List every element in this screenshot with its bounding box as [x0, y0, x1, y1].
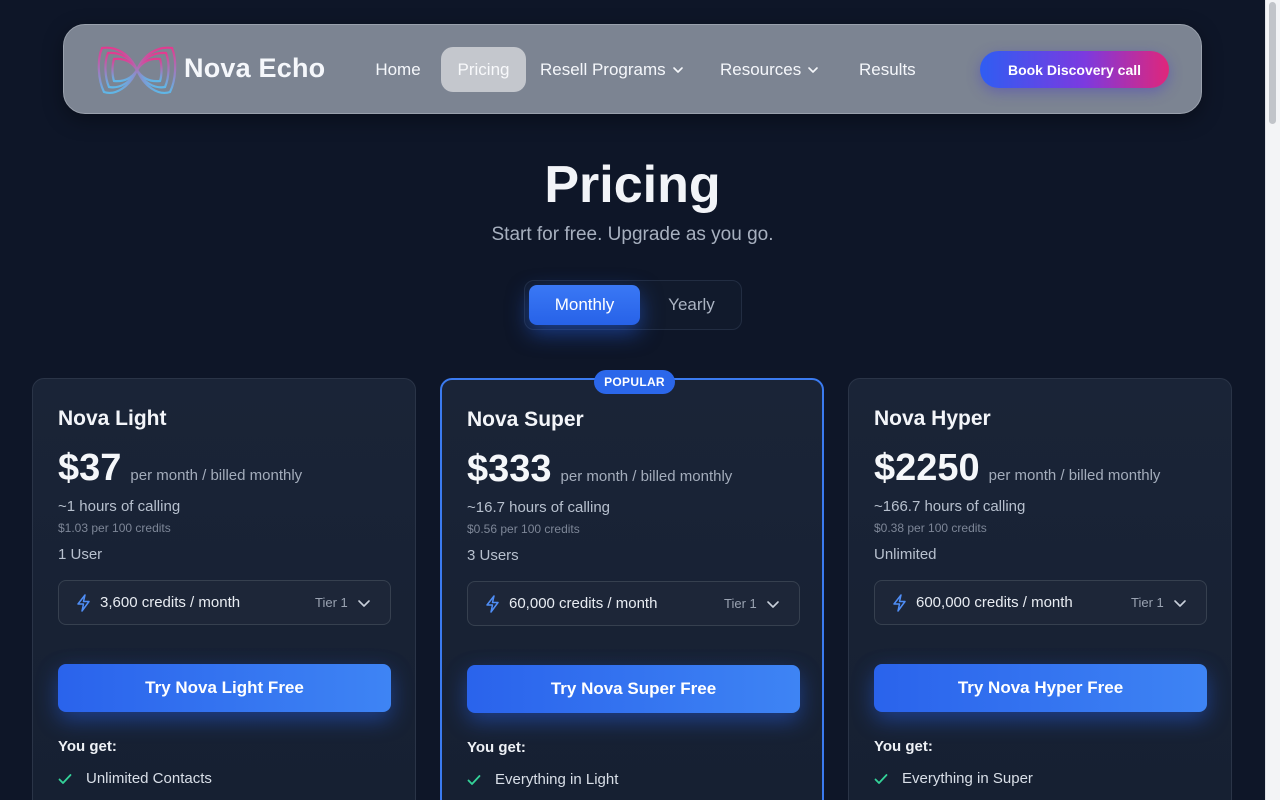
plan-period: per month / billed monthly [988, 467, 1161, 484]
price-row: $333 per month / billed monthly [467, 448, 732, 491]
plan-price: $37 [58, 447, 122, 489]
you-get-heading: You get: [874, 738, 933, 755]
check-icon [874, 773, 888, 784]
scrollbar[interactable] [1265, 0, 1280, 800]
page-subtitle: Start for free. Upgrade as you go. [491, 224, 774, 245]
popular-badge: POPULAR [594, 370, 675, 394]
nav-resources-label: Resources [720, 59, 802, 79]
credits-value: 600,000 credits / month [916, 594, 1073, 611]
credits-dropdown[interactable]: 3,600 credits / month Tier 1 [58, 580, 391, 625]
plan-users: Unlimited [874, 546, 937, 563]
nav-resell-programs[interactable]: Resell Programs [540, 47, 692, 92]
credits-dropdown[interactable]: 60,000 credits / month Tier 1 [467, 581, 800, 626]
plan-card-super: POPULAR Nova Super $333 per month / bill… [440, 370, 824, 800]
you-get-heading: You get: [467, 739, 526, 756]
feature-item: Everything in Super [874, 770, 1033, 787]
tier-label: Tier 1 [724, 596, 757, 611]
nav-home[interactable]: Home [361, 47, 435, 92]
lightning-icon [486, 595, 499, 613]
toggle-yearly[interactable]: Yearly [644, 285, 739, 325]
plan-name: Nova Light [58, 407, 167, 430]
lightning-icon [77, 594, 90, 612]
chevron-down-icon [767, 601, 779, 608]
nav-resell-programs-label: Resell Programs [540, 59, 666, 79]
billing-toggle: Monthly Yearly [524, 280, 742, 330]
plan-card-hyper: Nova Hyper $2250 per month / billed mont… [848, 378, 1232, 800]
feature-text: Unlimited Contacts [86, 770, 212, 787]
plan-users: 3 Users [467, 547, 519, 564]
navbar: Nova Echo Home Pricing Resell Programs R… [63, 24, 1202, 114]
logo-icon[interactable] [96, 40, 178, 100]
plan-price: $333 [467, 448, 552, 490]
plan-name: Nova Hyper [874, 407, 991, 430]
chevron-down-icon [358, 600, 370, 607]
plan-rate: $0.56 per 100 credits [467, 522, 580, 536]
lightning-icon [893, 594, 906, 612]
plan-price: $2250 [874, 447, 980, 489]
page-title: Pricing [544, 156, 721, 214]
chevron-down-icon [1174, 600, 1186, 607]
tier-label: Tier 1 [1131, 595, 1164, 610]
chevron-down-icon [808, 66, 819, 73]
scrollbar-thumb[interactable] [1269, 2, 1276, 124]
try-nova-super-button[interactable]: Try Nova Super Free [467, 665, 800, 713]
nav-pricing[interactable]: Pricing [441, 47, 526, 92]
check-icon [467, 774, 481, 785]
nav-resources[interactable]: Resources [720, 47, 828, 92]
credits-value: 60,000 credits / month [509, 595, 658, 612]
price-row: $37 per month / billed monthly [58, 447, 302, 490]
book-discovery-call-button[interactable]: Book Discovery call [980, 51, 1169, 88]
credits-dropdown[interactable]: 600,000 credits / month Tier 1 [874, 580, 1207, 625]
you-get-heading: You get: [58, 738, 117, 755]
chevron-down-icon [672, 66, 683, 73]
plan-users: 1 User [58, 546, 103, 563]
tier-label: Tier 1 [315, 595, 348, 610]
toggle-monthly[interactable]: Monthly [529, 285, 640, 325]
check-icon [58, 773, 72, 784]
nav-results-label: Results [859, 59, 916, 79]
plan-period: per month / billed monthly [130, 467, 303, 484]
nav-pricing-label: Pricing [457, 59, 510, 79]
plan-hours: ~16.7 hours of calling [467, 499, 611, 516]
brand-name[interactable]: Nova Echo [184, 53, 325, 84]
plan-rate: $1.03 per 100 credits [58, 521, 171, 535]
nav-results[interactable]: Results [859, 47, 919, 92]
plan-hours: ~166.7 hours of calling [874, 498, 1026, 515]
plan-name: Nova Super [467, 408, 584, 431]
feature-text: Everything in Light [495, 771, 619, 788]
try-nova-hyper-button[interactable]: Try Nova Hyper Free [874, 664, 1207, 712]
plan-rate: $0.38 per 100 credits [874, 521, 987, 535]
price-row: $2250 per month / billed monthly [874, 447, 1160, 490]
try-nova-light-button[interactable]: Try Nova Light Free [58, 664, 391, 712]
plan-hours: ~1 hours of calling [58, 498, 181, 515]
nav-home-label: Home [375, 59, 421, 79]
plan-period: per month / billed monthly [560, 468, 733, 485]
plan-card-light: Nova Light $37 per month / billed monthl… [32, 378, 416, 800]
feature-item: Unlimited Contacts [58, 770, 212, 787]
credits-value: 3,600 credits / month [100, 594, 241, 611]
feature-text: Everything in Super [902, 770, 1033, 787]
feature-item: Everything in Light [467, 771, 618, 788]
